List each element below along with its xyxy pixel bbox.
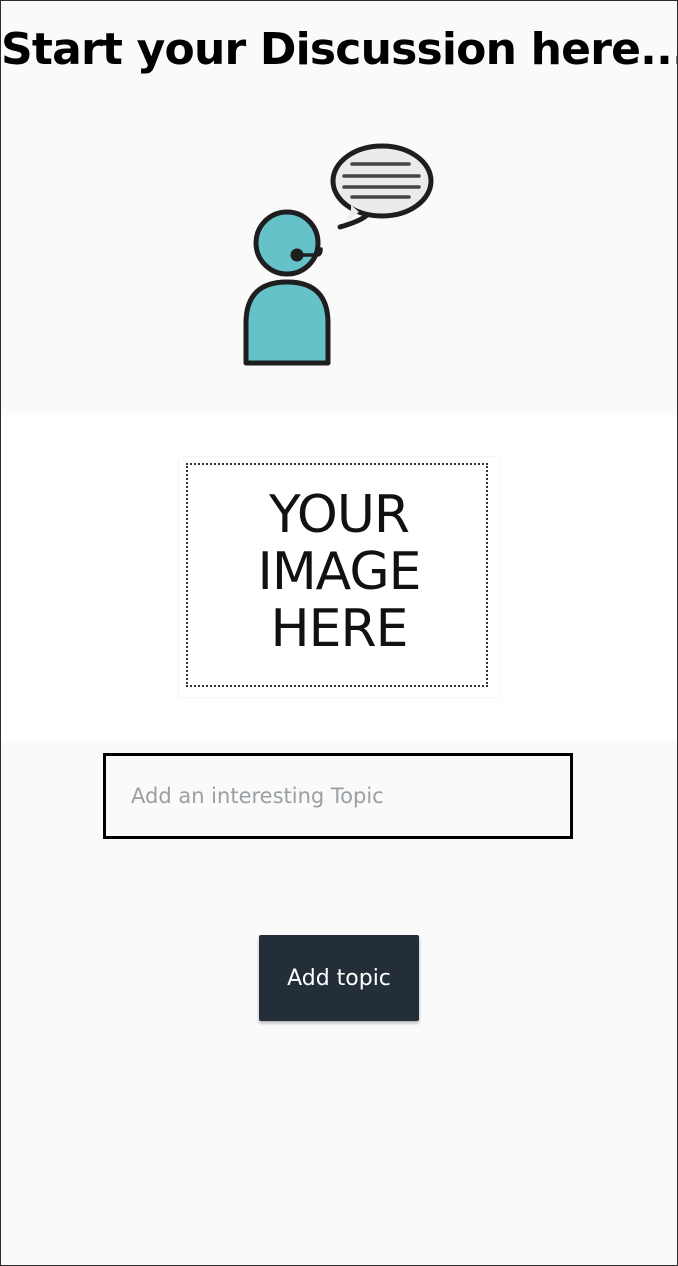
placeholder-line-1: YOUR <box>268 485 410 545</box>
discussion-person-icon <box>243 143 434 366</box>
topic-input[interactable] <box>103 753 573 839</box>
placeholder-line-2: IMAGE <box>257 542 421 602</box>
discussion-screen: Start your Discussion here.... YOUR IMAG <box>0 0 678 1266</box>
speech-bubble-icon <box>330 143 434 230</box>
placeholder-text: YOUR IMAGE HERE <box>179 487 499 658</box>
image-upload-area: YOUR IMAGE HERE <box>1 415 677 741</box>
person-icon <box>243 209 331 366</box>
placeholder-line-3: HERE <box>270 599 409 659</box>
add-topic-button[interactable]: Add topic <box>259 935 419 1021</box>
page-title: Start your Discussion here.... <box>1 24 678 75</box>
image-placeholder[interactable]: YOUR IMAGE HERE <box>179 457 499 697</box>
